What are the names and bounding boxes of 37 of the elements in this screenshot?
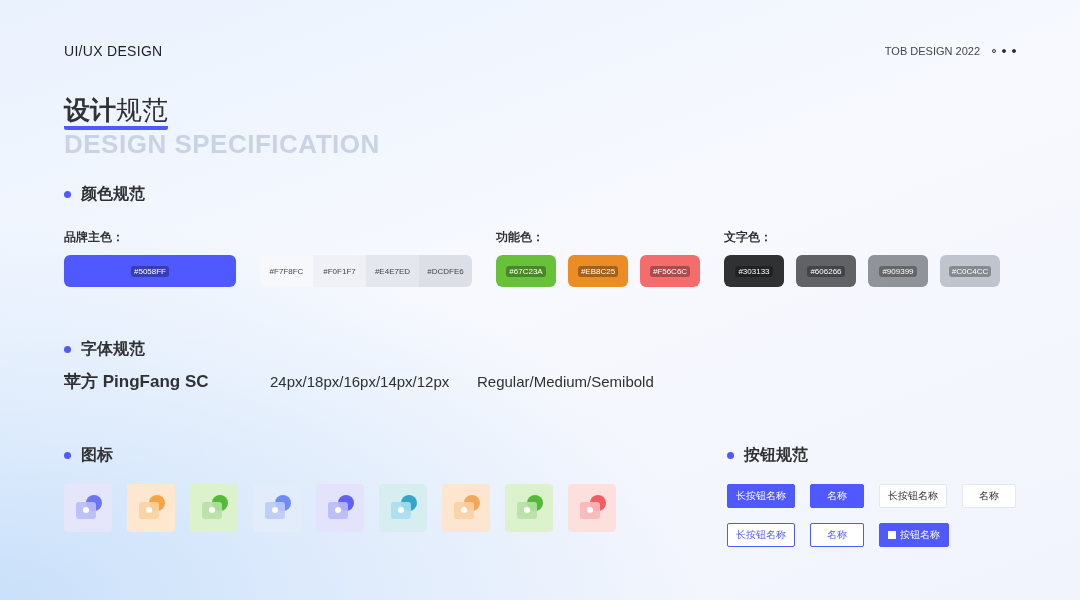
color-code: #F56C6C [649,265,691,277]
bullet-icon [64,452,71,459]
section-title: 字体规范 [81,339,145,359]
bullet-icon [727,452,734,459]
color-code: #F0F1F7 [322,265,357,277]
sample-button[interactable]: 名称 [810,484,864,508]
color-code: #67C23A [506,265,546,277]
color-code: #909399 [879,265,917,277]
section-title: 颜色规范 [81,184,145,204]
color-code: #5058FF [131,265,169,277]
font-weights: Regular/Medium/Semibold [477,373,654,390]
section-title: 图标 [81,445,113,465]
group-label: 文字色： [724,229,773,243]
font-sizes: 24px/18px/16px/14px/12px [270,373,451,390]
color-code: #EB8C25 [577,265,619,277]
section-title: 按钮规范 [744,445,808,465]
sample-button[interactable]: 名称 [962,484,1016,508]
color-code: #E4E7ED [373,265,412,277]
bullet-icon [64,191,71,198]
group-label: 品牌主色： [64,229,125,243]
color-code: #DCDFE6 [426,265,465,277]
bullet-icon [64,346,71,353]
sample-button[interactable]: 名称 [810,523,864,547]
color-code: #303133 [735,265,773,277]
sample-button[interactable]: 长按钮名称 [727,484,795,508]
brand-title: UI/UX DESIGN [64,43,163,59]
header-tag: TOB DESIGN 2022 [884,45,980,57]
font-family: 苹方 PingFang SC [64,371,210,393]
color-code: #C0C4CC [948,265,992,277]
page-title: 设计规范 [64,94,168,130]
color-code: #F7F8FC [268,265,305,277]
group-label: 功能色： [496,229,545,243]
sample-button[interactable]: 按钮名称 [879,523,949,547]
sample-button[interactable]: 长按钮名称 [879,484,947,508]
square-icon [888,531,896,539]
color-code: #606266 [807,265,845,277]
sample-button[interactable]: 长按钮名称 [727,523,795,547]
